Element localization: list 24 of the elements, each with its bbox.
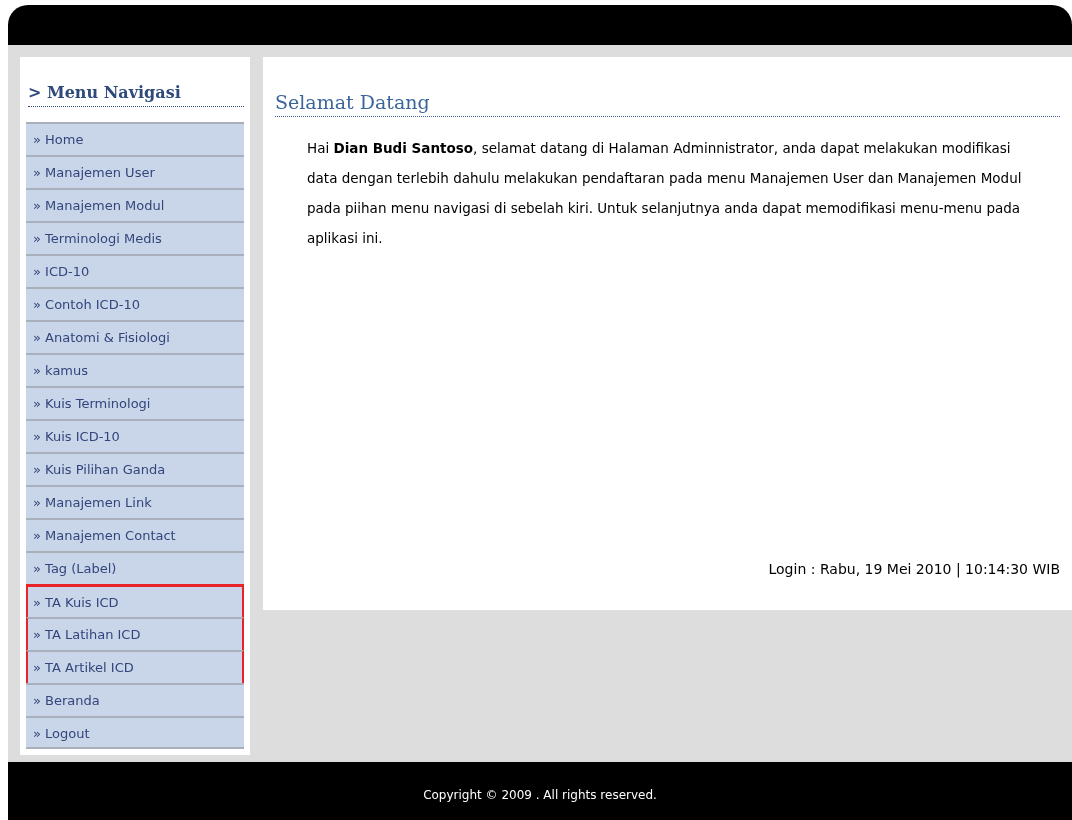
nav-link[interactable]: » Manajemen Modul [26, 188, 244, 221]
nav-link[interactable]: » Home [26, 122, 244, 155]
nav-link[interactable]: » Tag (Label) [26, 551, 244, 584]
nav-link[interactable]: » TA Artikel ICD [26, 650, 244, 683]
nav-link[interactable]: » Kuis Terminologi [26, 386, 244, 419]
login-info: Login : Rabu, 19 Mei 2010 | 10:14:30 WIB [767, 560, 1060, 580]
sidebar-title: > Menu Navigasi [28, 81, 244, 107]
copyright-text: Copyright © 2009 . All rights reserved. [423, 787, 657, 804]
nav-link[interactable]: » kamus [26, 353, 244, 386]
nav-link[interactable]: » Kuis ICD-10 [26, 419, 244, 452]
welcome-text: Hai Dian Budi Santoso, selamat datang di Halaman Adminnistrator, anda dapat melakukan modifikasi data dengan terlebih dahulu melakukan pendaftaran pada menu Manajemen User dan Manajemen Modul pada piihan menu navigasi di sebelah kiri. Untuk selanjutnya anda dapat memodifikasi menu-menu pada aplikasi ini. [306, 138, 1023, 248]
nav-link[interactable]: » Contoh ICD-10 [26, 287, 244, 320]
nav-link[interactable]: » Logout [26, 716, 244, 749]
nav-link[interactable]: » TA Latihan ICD [26, 617, 244, 650]
nav-link[interactable]: » ICD-10 [26, 254, 244, 287]
nav-link[interactable]: » TA Kuis ICD [26, 584, 244, 617]
nav-link[interactable]: » Kuis Pilihan Ganda [26, 452, 244, 485]
page-title: Selamat Datang [275, 91, 1060, 117]
nav-link[interactable]: » Manajemen Link [26, 485, 244, 518]
nav-link[interactable]: » Terminologi Medis [26, 221, 244, 254]
nav-link[interactable]: » Manajemen Contact [26, 518, 244, 551]
nav-link[interactable]: » Beranda [26, 683, 244, 716]
nav-link[interactable]: » Anatomi & Fisiologi [26, 320, 244, 353]
nav-link[interactable]: » Manajemen User [26, 155, 244, 188]
